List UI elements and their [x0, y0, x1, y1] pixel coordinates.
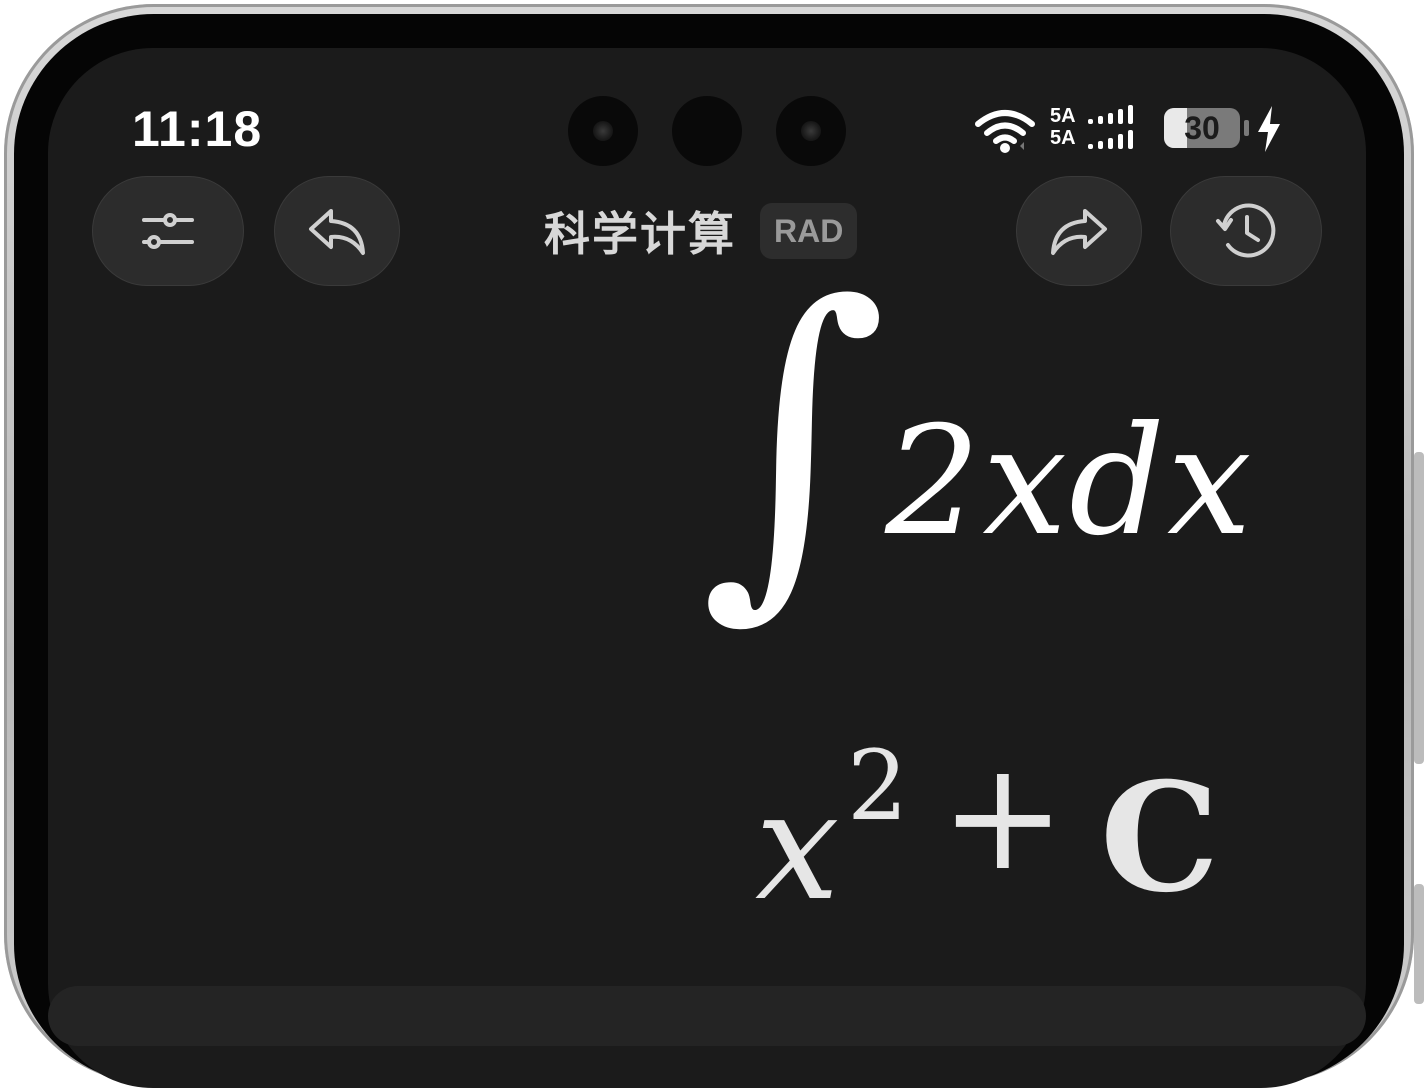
settings-sliders-icon — [142, 213, 194, 249]
side-button-upper — [1414, 452, 1424, 764]
battery-icon: 30 — [1164, 108, 1240, 148]
battery-tip — [1244, 120, 1249, 136]
signal-label-2: 5A — [1050, 127, 1076, 149]
result-base: x — [755, 760, 840, 934]
history-icon — [1216, 203, 1276, 258]
charging-icon — [1258, 106, 1280, 152]
side-button-lower — [1414, 884, 1424, 1004]
result-exponent: 2 — [847, 730, 909, 842]
integrand: 2xdx — [885, 395, 1254, 569]
camera-lens — [672, 96, 742, 166]
battery-percent: 30 — [1184, 110, 1220, 146]
undo-button[interactable] — [274, 176, 400, 286]
result-display: x 2 + C — [755, 720, 1275, 940]
signal-label-1: 5A — [1050, 105, 1076, 127]
camera-sensor-right — [776, 96, 846, 166]
settings-button[interactable] — [92, 176, 244, 286]
status-time: 11:18 — [132, 101, 263, 157]
redo-icon — [1051, 209, 1107, 255]
wifi-icon — [975, 110, 1035, 154]
expression-display: ∫ 2xdx — [700, 260, 1280, 670]
undo-icon — [309, 209, 365, 255]
integral-symbol: ∫ — [700, 230, 888, 649]
keypad-panel-top — [48, 986, 1366, 1046]
result-constant: C — [1100, 750, 1220, 926]
result-operator: + — [940, 730, 1066, 904]
camera-sensor-left — [568, 96, 638, 166]
signal-icon — [1086, 104, 1150, 150]
